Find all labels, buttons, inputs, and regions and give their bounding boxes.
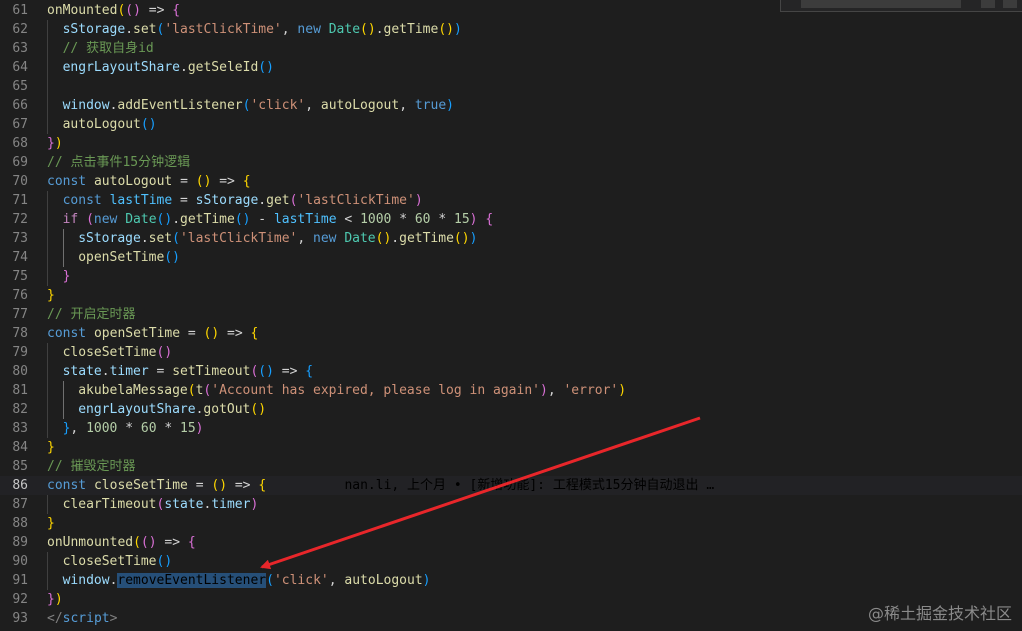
- annotation-overlay: [260, 416, 701, 570]
- red-arrow-icon: [260, 416, 701, 570]
- watermark: @稀土掘金技术社区: [867, 604, 1012, 623]
